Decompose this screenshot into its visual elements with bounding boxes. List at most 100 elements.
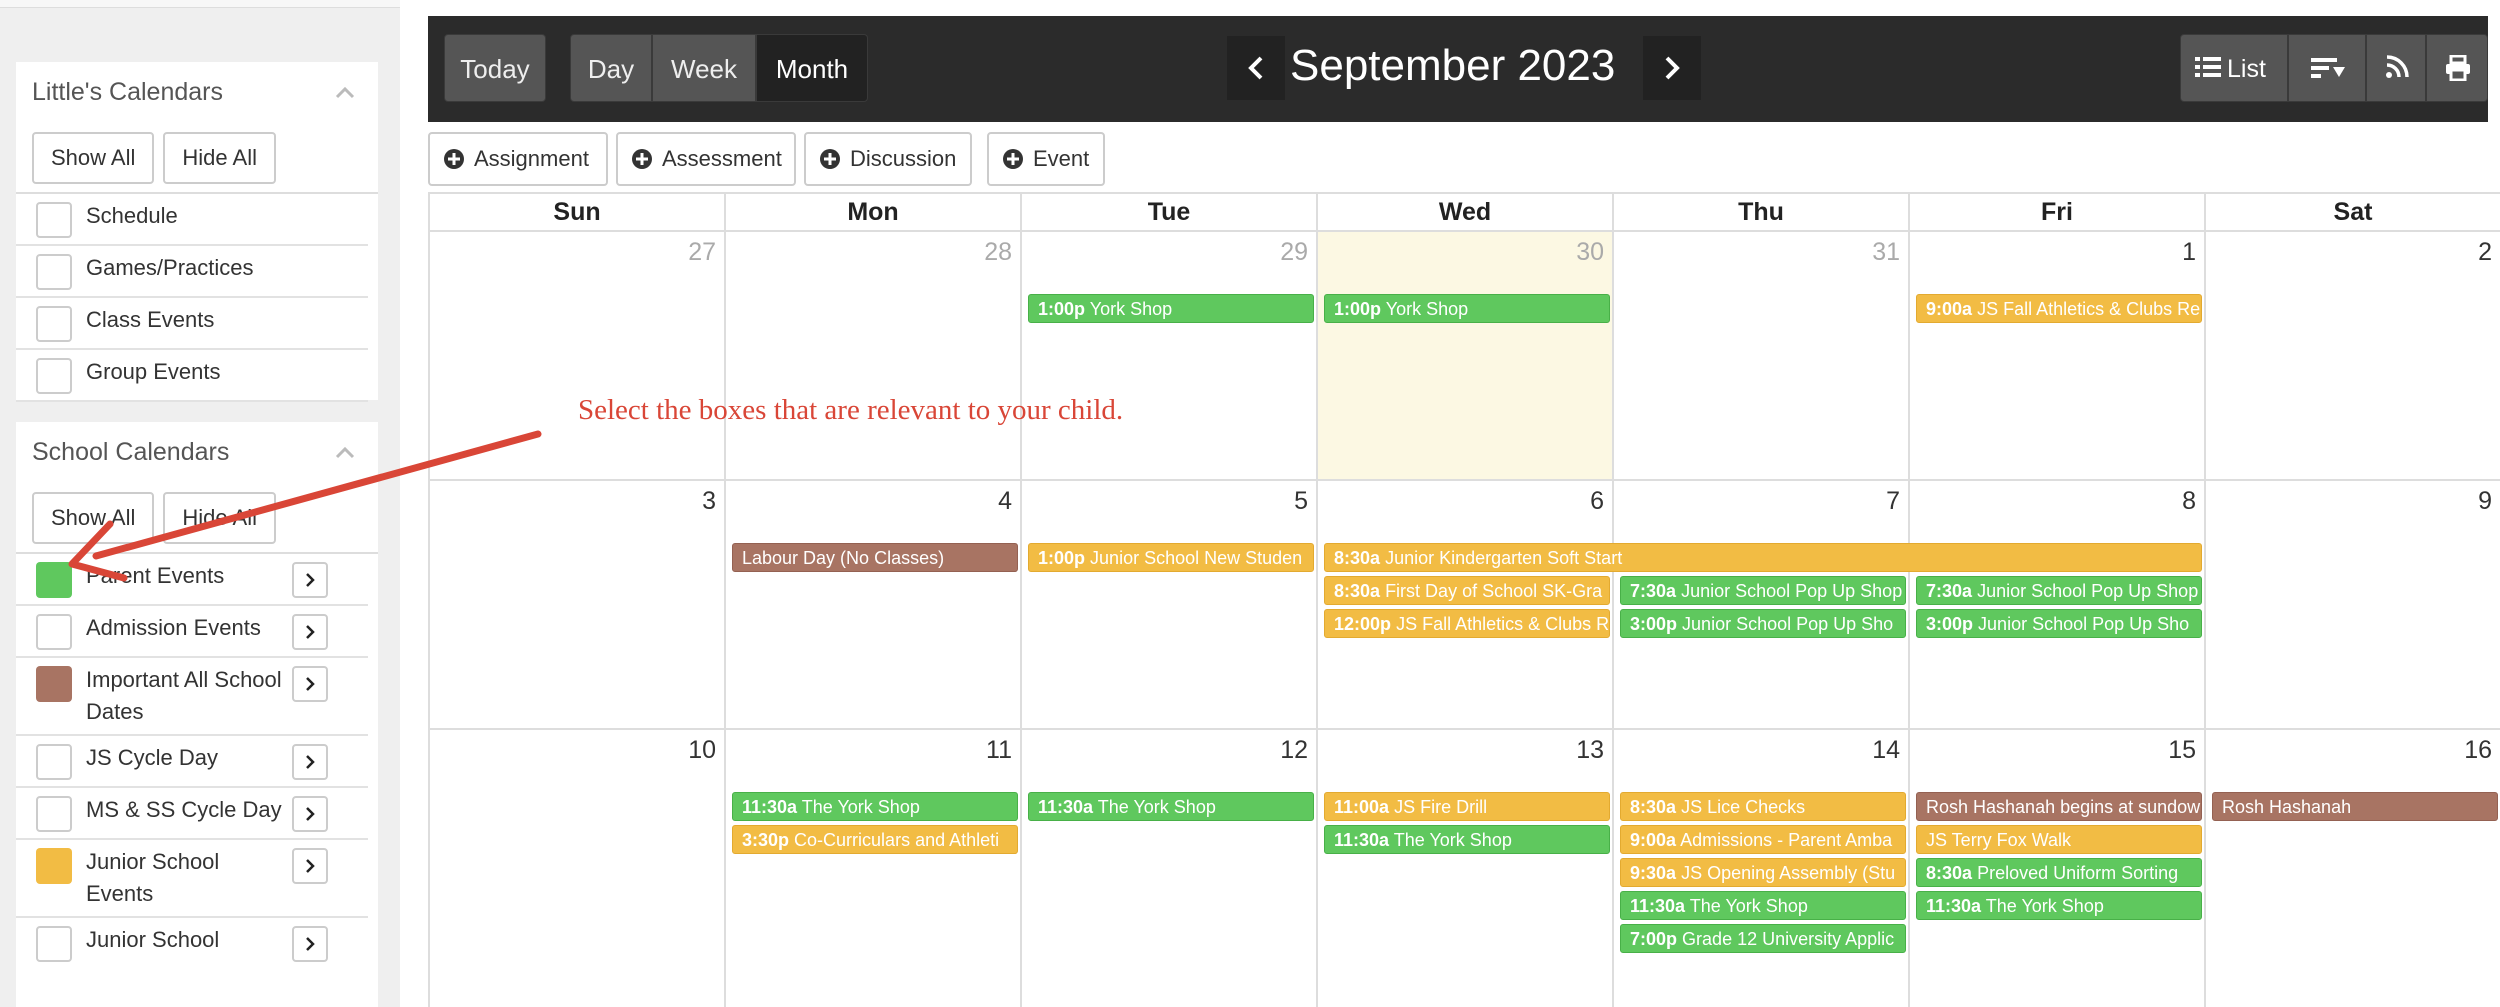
day-cell[interactable]: 2 (2206, 232, 2500, 481)
day-cell[interactable]: 3 (430, 481, 726, 730)
day-cell[interactable]: 10 (430, 730, 726, 1007)
calendar-event[interactable]: 1:00p York Shop (1028, 294, 1314, 323)
chevron-right-icon[interactable] (292, 796, 328, 832)
calendar-checkbox[interactable] (36, 614, 72, 650)
chevron-up-icon[interactable] (334, 442, 356, 464)
day-cell[interactable]: 4 (726, 481, 1022, 730)
calendar-checkbox[interactable] (36, 254, 72, 290)
chevron-up-icon[interactable] (334, 82, 356, 104)
calendar-item-important-dates[interactable]: Important All School Dates (16, 658, 368, 736)
calendar-event[interactable]: 3:00p Junior School Pop Up Sho (1620, 609, 1906, 638)
list-view-button[interactable]: List (2180, 34, 2288, 102)
calendar-checkbox[interactable] (36, 562, 72, 598)
add-assessment-button[interactable]: Assessment (616, 132, 796, 186)
day-cell[interactable]: 6 (1318, 481, 1614, 730)
day-cell[interactable]: 9 (2206, 481, 2500, 730)
calendar-item-schedule[interactable]: Schedule (16, 194, 368, 246)
day-cell[interactable]: 11 (726, 730, 1022, 1007)
day-number: 9 (2478, 487, 2492, 515)
calendar-event[interactable]: 11:00a JS Fire Drill (1324, 792, 1610, 821)
calendar-checkbox[interactable] (36, 358, 72, 394)
day-cell[interactable]: 1 (1910, 232, 2206, 481)
calendar-item-parent-events[interactable]: Parent Events (16, 554, 368, 606)
calendar-event[interactable]: 11:30a The York Shop (732, 792, 1018, 821)
calendar-event[interactable]: 11:30a The York Shop (1324, 825, 1610, 854)
calendar-checkbox[interactable] (36, 666, 72, 702)
day-number: 1 (2182, 238, 2196, 266)
calendar-checkbox[interactable] (36, 796, 72, 832)
next-month-button[interactable] (1643, 36, 1701, 100)
add-event-button[interactable]: Event (987, 132, 1105, 186)
day-cell[interactable]: 31 (1614, 232, 1910, 481)
calendar-item-js-cycle-day[interactable]: JS Cycle Day (16, 736, 368, 788)
calendar-event[interactable]: 3:00p Junior School Pop Up Sho (1916, 609, 2202, 638)
chevron-right-icon[interactable] (292, 926, 328, 962)
chevron-right-icon[interactable] (292, 562, 328, 598)
calendar-item-junior-school[interactable]: Junior School (16, 918, 368, 968)
calendar-event[interactable]: Rosh Hashanah (2212, 792, 2498, 821)
day-cell[interactable]: 5 (1022, 481, 1318, 730)
calendar-checkbox[interactable] (36, 744, 72, 780)
calendar-event[interactable]: 12:00p JS Fall Athletics & Clubs R (1324, 609, 1610, 638)
calendar-checkbox[interactable] (36, 306, 72, 342)
calendar-item-class-events[interactable]: Class Events (16, 298, 368, 350)
day-cell[interactable]: 13 (1318, 730, 1614, 1007)
day-cell[interactable]: 29 (1022, 232, 1318, 481)
school-hide-all-button[interactable]: Hide All (163, 492, 276, 544)
chevron-right-icon[interactable] (292, 744, 328, 780)
calendar-item-group-events[interactable]: Group Events (16, 350, 368, 402)
calendar-item-games-practices[interactable]: Games/Practices (16, 246, 368, 298)
day-cell-today[interactable]: 30 (1318, 232, 1614, 481)
calendar-item-junior-school-events[interactable]: Junior School Events (16, 840, 368, 918)
print-button[interactable] (2426, 34, 2488, 102)
calendar-event[interactable]: 7:00p Grade 12 University Applic (1620, 924, 1906, 953)
calendar-event[interactable]: 7:30a Junior School Pop Up Shop (1916, 576, 2202, 605)
view-month-button[interactable]: Month (756, 34, 868, 102)
chevron-right-icon[interactable] (292, 666, 328, 702)
calendar-event[interactable]: Rosh Hashanah begins at sundow (1916, 792, 2202, 821)
calendar-event[interactable]: 9:00a Admissions - Parent Amba (1620, 825, 1906, 854)
calendar-event[interactable]: 3:30p Co-Curriculars and Athleti (732, 825, 1018, 854)
school-show-all-button[interactable]: Show All (32, 492, 155, 544)
calendar-event[interactable]: 7:30a Junior School Pop Up Shop (1620, 576, 1906, 605)
sort-button[interactable] (2288, 34, 2366, 102)
view-week-button[interactable]: Week (652, 34, 756, 102)
calendar-checkbox[interactable] (36, 926, 72, 962)
calendar-event[interactable]: 9:30a JS Opening Assembly (Stu (1620, 858, 1906, 887)
calendar-event[interactable]: 9:00a JS Fall Athletics & Clubs Re (1916, 294, 2202, 323)
plus-circle-icon (820, 149, 840, 169)
day-cell[interactable]: 27 (430, 232, 726, 481)
calendar-item-label: Parent Events (86, 563, 225, 588)
personal-hide-all-button[interactable]: Hide All (163, 132, 276, 184)
view-day-button[interactable]: Day (570, 34, 652, 102)
calendar-event[interactable]: 1:00p Junior School New Studen (1028, 543, 1314, 572)
today-button[interactable]: Today (444, 34, 546, 102)
rss-feed-button[interactable] (2366, 34, 2426, 102)
add-discussion-button[interactable]: Discussion (804, 132, 972, 186)
prev-month-button[interactable] (1227, 36, 1285, 100)
day-cell[interactable]: 7 (1614, 481, 1910, 730)
day-cell[interactable]: 28 (726, 232, 1022, 481)
day-cell[interactable]: 12 (1022, 730, 1318, 1007)
calendar-event[interactable]: 1:00p York Shop (1324, 294, 1610, 323)
calendar-event-multiday[interactable]: 8:30a Junior Kindergarten Soft Start (1324, 543, 2202, 572)
add-assignment-button[interactable]: Assignment (428, 132, 608, 186)
calendar-event[interactable]: 8:30a First Day of School SK-Gra (1324, 576, 1610, 605)
calendar-checkbox[interactable] (36, 848, 72, 884)
calendar-event[interactable]: 11:30a The York Shop (1028, 792, 1314, 821)
calendar-event[interactable]: 8:30a JS Lice Checks (1620, 792, 1906, 821)
calendar-item-ms-ss-cycle-day[interactable]: MS & SS Cycle Day (16, 788, 368, 840)
calendar-event[interactable]: JS Terry Fox Walk (1916, 825, 2202, 854)
calendar-checkbox[interactable] (36, 202, 72, 238)
day-cell[interactable]: 8 (1910, 481, 2206, 730)
calendar-event[interactable]: 11:30a The York Shop (1620, 891, 1906, 920)
calendar-event[interactable]: 11:30a The York Shop (1916, 891, 2202, 920)
chevron-right-icon[interactable] (292, 848, 328, 884)
personal-show-all-button[interactable]: Show All (32, 132, 155, 184)
event-time: 9:00a (1630, 830, 1677, 850)
day-cell[interactable]: 16 (2206, 730, 2500, 1007)
calendar-event[interactable]: Labour Day (No Classes) (732, 543, 1018, 572)
chevron-right-icon[interactable] (292, 614, 328, 650)
calendar-item-admission-events[interactable]: Admission Events (16, 606, 368, 658)
calendar-event[interactable]: 8:30a Preloved Uniform Sorting (1916, 858, 2202, 887)
